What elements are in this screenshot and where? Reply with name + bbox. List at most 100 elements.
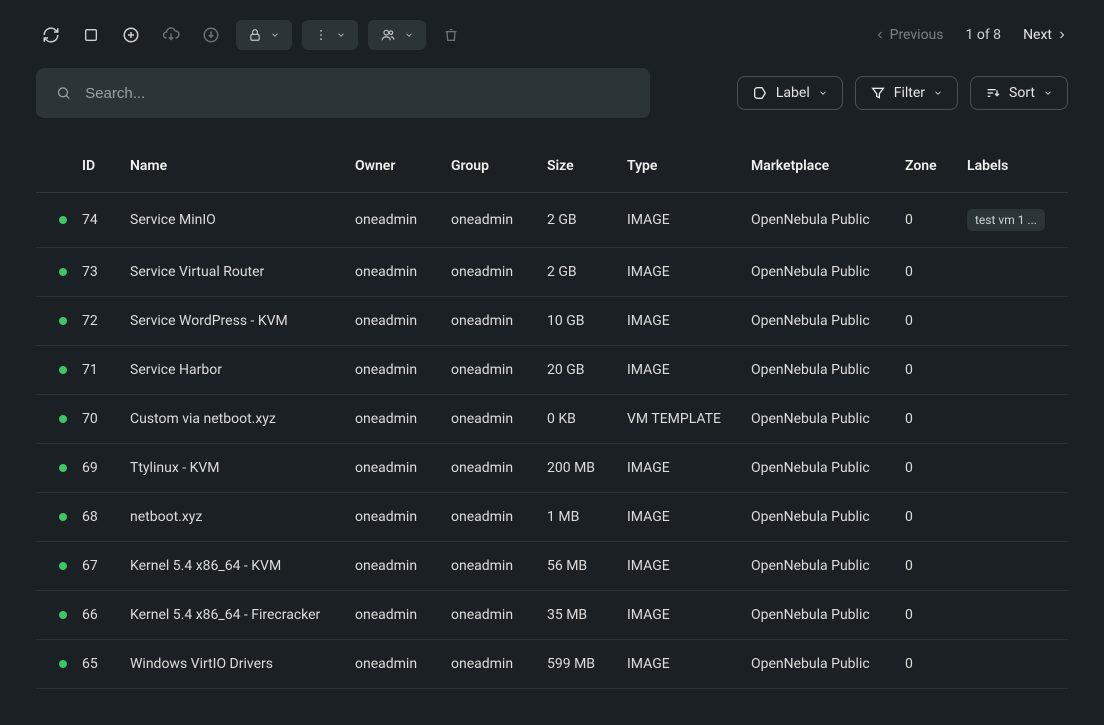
cell-zone: 0 (905, 346, 967, 395)
cell-group: oneadmin (451, 640, 547, 689)
cell-labels (967, 640, 1068, 689)
prev-page-button[interactable]: Previous (874, 27, 944, 43)
sort-button-text: Sort (1009, 85, 1035, 101)
chevron-down-icon (270, 30, 280, 40)
search-icon (56, 85, 71, 101)
cell-group: oneadmin (451, 591, 547, 640)
lock-dropdown[interactable] (236, 20, 292, 50)
ownership-dropdown[interactable] (368, 20, 426, 50)
status-dot (59, 562, 67, 570)
cell-id: 70 (82, 395, 130, 444)
cell-zone: 0 (905, 248, 967, 297)
table-row[interactable]: 65Windows VirtIO Driversoneadminoneadmin… (36, 640, 1068, 689)
cell-id: 69 (82, 444, 130, 493)
cell-id: 68 (82, 493, 130, 542)
page-count: 1 of 8 (966, 27, 1002, 43)
search-input[interactable] (85, 85, 630, 102)
cell-type: IMAGE (627, 640, 751, 689)
table-header-row: ID Name Owner Group Size Type Marketplac… (36, 158, 1068, 193)
col-size[interactable]: Size (547, 158, 627, 193)
col-type[interactable]: Type (627, 158, 751, 193)
status-dot (59, 611, 67, 619)
cell-type: IMAGE (627, 346, 751, 395)
table-row[interactable]: 71Service Harboroneadminoneadmin20 GBIMA… (36, 346, 1068, 395)
cell-type: IMAGE (627, 193, 751, 248)
label-chip[interactable]: test vm 1 ... (967, 209, 1045, 231)
cell-name: Service Virtual Router (130, 248, 355, 297)
refresh-button[interactable] (36, 20, 66, 50)
square-icon (83, 27, 99, 43)
cell-group: oneadmin (451, 395, 547, 444)
toolbar: Previous 1 of 8 Next (0, 0, 1104, 50)
cell-id: 73 (82, 248, 130, 297)
next-page-button[interactable]: Next (1023, 27, 1068, 43)
chevron-down-icon (1043, 88, 1053, 98)
cell-owner: oneadmin (355, 395, 451, 444)
cell-name: Ttylinux - KVM (130, 444, 355, 493)
cell-labels (967, 346, 1068, 395)
cell-id: 66 (82, 591, 130, 640)
cell-group: oneadmin (451, 193, 547, 248)
table-row[interactable]: 72Service WordPress - KVMoneadminoneadmi… (36, 297, 1068, 346)
cell-owner: oneadmin (355, 346, 451, 395)
cell-zone: 0 (905, 297, 967, 346)
cell-marketplace: OpenNebula Public (751, 193, 905, 248)
cloud-download-icon (162, 26, 180, 44)
table-row[interactable]: 67Kernel 5.4 x86_64 - KVMoneadminoneadmi… (36, 542, 1068, 591)
cell-owner: oneadmin (355, 444, 451, 493)
table-row[interactable]: 70Custom via netboot.xyzoneadminoneadmin… (36, 395, 1068, 444)
cell-group: oneadmin (451, 297, 547, 346)
more-dropdown[interactable] (302, 20, 358, 50)
cell-size: 2 GB (547, 248, 627, 297)
refresh-icon (42, 26, 60, 44)
col-marketplace[interactable]: Marketplace (751, 158, 905, 193)
cell-zone: 0 (905, 395, 967, 444)
cell-owner: oneadmin (355, 640, 451, 689)
status-dot (59, 366, 67, 374)
col-group[interactable]: Group (451, 158, 547, 193)
select-all-button[interactable] (76, 20, 106, 50)
clone-button[interactable] (196, 20, 226, 50)
table-row[interactable]: 69Ttylinux - KVMoneadminoneadmin200 MBIM… (36, 444, 1068, 493)
trash-icon (443, 27, 459, 43)
cell-size: 2 GB (547, 193, 627, 248)
delete-button[interactable] (436, 20, 466, 50)
cell-size: 35 MB (547, 591, 627, 640)
cell-name: Kernel 5.4 x86_64 - KVM (130, 542, 355, 591)
lock-icon (248, 28, 262, 42)
search-box[interactable] (36, 68, 650, 118)
cell-labels (967, 542, 1068, 591)
col-owner[interactable]: Owner (355, 158, 451, 193)
sort-icon (985, 85, 1001, 101)
sort-button[interactable]: Sort (970, 76, 1068, 110)
cell-type: IMAGE (627, 591, 751, 640)
download-circle-icon (202, 26, 220, 44)
col-name[interactable]: Name (130, 158, 355, 193)
cell-name: Kernel 5.4 x86_64 - Firecracker (130, 591, 355, 640)
cell-name: Service Harbor (130, 346, 355, 395)
chevron-down-icon (336, 30, 346, 40)
cell-marketplace: OpenNebula Public (751, 444, 905, 493)
cell-group: oneadmin (451, 248, 547, 297)
cell-marketplace: OpenNebula Public (751, 542, 905, 591)
table-row[interactable]: 73Service Virtual Routeroneadminoneadmin… (36, 248, 1068, 297)
cell-zone: 0 (905, 493, 967, 542)
chevron-right-icon (1056, 29, 1068, 41)
cell-zone: 0 (905, 193, 967, 248)
apps-table: ID Name Owner Group Size Type Marketplac… (36, 158, 1068, 689)
table-row[interactable]: 66Kernel 5.4 x86_64 - Firecracker oneadmi… (36, 591, 1068, 640)
add-button[interactable] (116, 20, 146, 50)
table-row[interactable]: 68netboot.xyzoneadminoneadmin1 MBIMAGEOp… (36, 493, 1068, 542)
filter-button[interactable]: Filter (855, 76, 958, 110)
status-dot (59, 415, 67, 423)
label-button[interactable]: Label (737, 76, 843, 110)
table-row[interactable]: 74Service MinIOoneadminoneadmin2 GBIMAGE… (36, 193, 1068, 248)
col-zone[interactable]: Zone (905, 158, 967, 193)
col-labels[interactable]: Labels (967, 158, 1068, 193)
download-cloud-button[interactable] (156, 20, 186, 50)
cell-group: oneadmin (451, 542, 547, 591)
cell-id: 72 (82, 297, 130, 346)
col-id[interactable]: ID (82, 158, 130, 193)
cell-type: IMAGE (627, 248, 751, 297)
cell-zone: 0 (905, 591, 967, 640)
